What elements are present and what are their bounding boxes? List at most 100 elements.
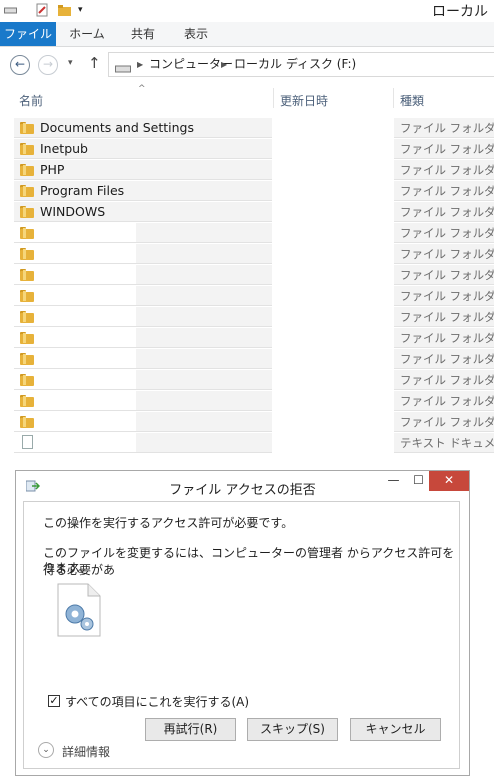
folder-icon <box>20 290 34 302</box>
file-type: ファイル フォルダー <box>394 139 494 159</box>
name-cell <box>14 391 272 411</box>
cell-background <box>136 286 272 306</box>
up-arrow-icon[interactable]: ↑ <box>88 54 101 72</box>
column-header-row: 名前 ^ 更新日時 種類 <box>0 84 494 112</box>
folder-icon <box>20 227 34 239</box>
folder-icon <box>20 332 34 344</box>
file-type: ファイル フォルダー <box>394 307 494 327</box>
file-name: Inetpub <box>40 141 88 156</box>
ribbon-tabs: ファイル ホーム 共有 表示 <box>0 22 494 47</box>
column-divider[interactable] <box>273 88 274 108</box>
name-cell: Documents and Settings <box>14 118 272 138</box>
more-details-link[interactable]: 詳細情報 <box>62 743 110 760</box>
file-type: ファイル フォルダー <box>394 265 494 285</box>
window-titlebar: ▾ ローカル <box>0 0 494 22</box>
file-type: ファイル フォルダー <box>394 286 494 306</box>
breadcrumb-chevron-icon: ▶ <box>221 60 228 69</box>
file-type: ファイル フォルダー <box>394 181 494 201</box>
folder-icon <box>20 164 34 176</box>
properties-icon[interactable] <box>36 3 49 17</box>
breadcrumb-local-disk[interactable]: ローカル ディスク (F:) <box>234 53 356 76</box>
cell-background <box>136 265 272 285</box>
folder-icon <box>20 269 34 281</box>
file-name: Documents and Settings <box>40 120 195 135</box>
name-cell <box>14 412 272 432</box>
cell-background <box>136 370 272 390</box>
folder-icon <box>20 143 34 155</box>
folder-icon <box>20 248 34 260</box>
maximize-icon[interactable]: ☐ <box>405 471 432 491</box>
new-folder-icon[interactable] <box>58 3 71 17</box>
folder-icon <box>20 353 34 365</box>
cell-background <box>136 307 272 327</box>
file-type: ファイル フォルダー <box>394 244 494 264</box>
folder-icon <box>20 122 34 134</box>
name-cell <box>14 328 272 348</box>
dialog-body: この操作を実行するアクセス許可が必要です。 このファイルを変更するには、コンピュ… <box>23 501 460 769</box>
file-type: ファイル フォルダー <box>394 370 494 390</box>
name-cell: Inetpub <box>14 139 272 159</box>
folder-icon <box>20 374 34 386</box>
name-cell <box>14 349 272 369</box>
column-header-type[interactable]: 種類 <box>400 92 424 109</box>
sort-ascending-icon: ^ <box>138 84 146 94</box>
tab-file[interactable]: ファイル <box>0 22 56 46</box>
folder-icon <box>20 206 34 218</box>
file-name: WINDOWS <box>40 204 106 219</box>
file-name: Program Files <box>40 183 125 198</box>
file-type: ファイル フォルダー <box>394 160 494 180</box>
tab-view[interactable]: 表示 <box>172 22 220 46</box>
breadcrumb-chevron-icon: ▶ <box>137 60 144 69</box>
file-type: ファイル フォルダー <box>394 391 494 411</box>
retry-button[interactable]: 再試行(R) <box>145 718 236 741</box>
system-file-icon <box>56 582 102 641</box>
tab-home[interactable]: ホーム <box>62 22 112 46</box>
tab-share[interactable]: 共有 <box>120 22 166 46</box>
name-cell <box>14 265 272 285</box>
back-arrow-icon[interactable]: ← <box>10 55 30 75</box>
name-cell <box>14 307 272 327</box>
folder-icon <box>20 395 34 407</box>
dialog-detail-line-2: ります。 <box>43 561 90 575</box>
minimize-icon[interactable]: — <box>380 471 407 491</box>
chevron-down-icon[interactable]: ⌄ <box>38 742 54 758</box>
name-cell <box>14 286 272 306</box>
close-icon[interactable]: ✕ <box>429 471 469 491</box>
name-cell: PHP <box>14 160 272 180</box>
column-header-date[interactable]: 更新日時 <box>280 92 328 109</box>
name-cell <box>14 223 272 243</box>
file-type: テキスト ドキュメント <box>394 433 494 453</box>
folder-icon <box>20 185 34 197</box>
drive-icon <box>115 59 131 82</box>
apply-to-all-checkbox[interactable]: ✓ <box>48 695 60 707</box>
file-type: ファイル フォルダー <box>394 328 494 348</box>
file-type: ファイル フォルダー <box>394 223 494 243</box>
folder-icon <box>20 311 34 323</box>
name-cell <box>14 370 272 390</box>
file-type: ファイル フォルダー <box>394 349 494 369</box>
forward-arrow-icon[interactable]: → <box>38 55 58 75</box>
file-type: ファイル フォルダー <box>394 202 494 222</box>
column-divider[interactable] <box>393 88 394 108</box>
column-header-name[interactable]: 名前 <box>19 92 43 109</box>
customize-toolbar-icon[interactable]: ▾ <box>78 3 91 17</box>
cell-background <box>136 244 272 264</box>
apply-to-all-label[interactable]: すべての項目にこれを実行する(A) <box>65 693 249 710</box>
cancel-button[interactable]: キャンセル <box>350 718 441 741</box>
cell-background <box>136 328 272 348</box>
cell-background <box>136 412 272 432</box>
file-name: PHP <box>40 162 65 177</box>
folder-icon <box>20 416 34 428</box>
name-cell <box>14 244 272 264</box>
cell-background <box>136 391 272 411</box>
dialog-message: この操作を実行するアクセス許可が必要です。 <box>43 516 294 530</box>
address-bar[interactable]: ▶ コンピューター ▶ ローカル ディスク (F:) <box>108 52 494 77</box>
name-cell: WINDOWS <box>14 202 272 222</box>
navigation-bar: ← → ▾ ↑ ▶ コンピューター ▶ ローカル ディスク (F:) <box>0 47 494 83</box>
file-type: ファイル フォルダー <box>394 118 494 138</box>
recent-locations-icon[interactable]: ▾ <box>68 58 73 68</box>
file-type: ファイル フォルダー <box>394 412 494 432</box>
dialog-detail-line-1: このファイルを変更するには、コンピューターの管理者 からアクセス許可を得る必要が… <box>43 546 455 577</box>
skip-button[interactable]: スキップ(S) <box>247 718 338 741</box>
dialog-titlebar: ファイル アクセスの拒否 — ☐ ✕ <box>16 471 469 501</box>
